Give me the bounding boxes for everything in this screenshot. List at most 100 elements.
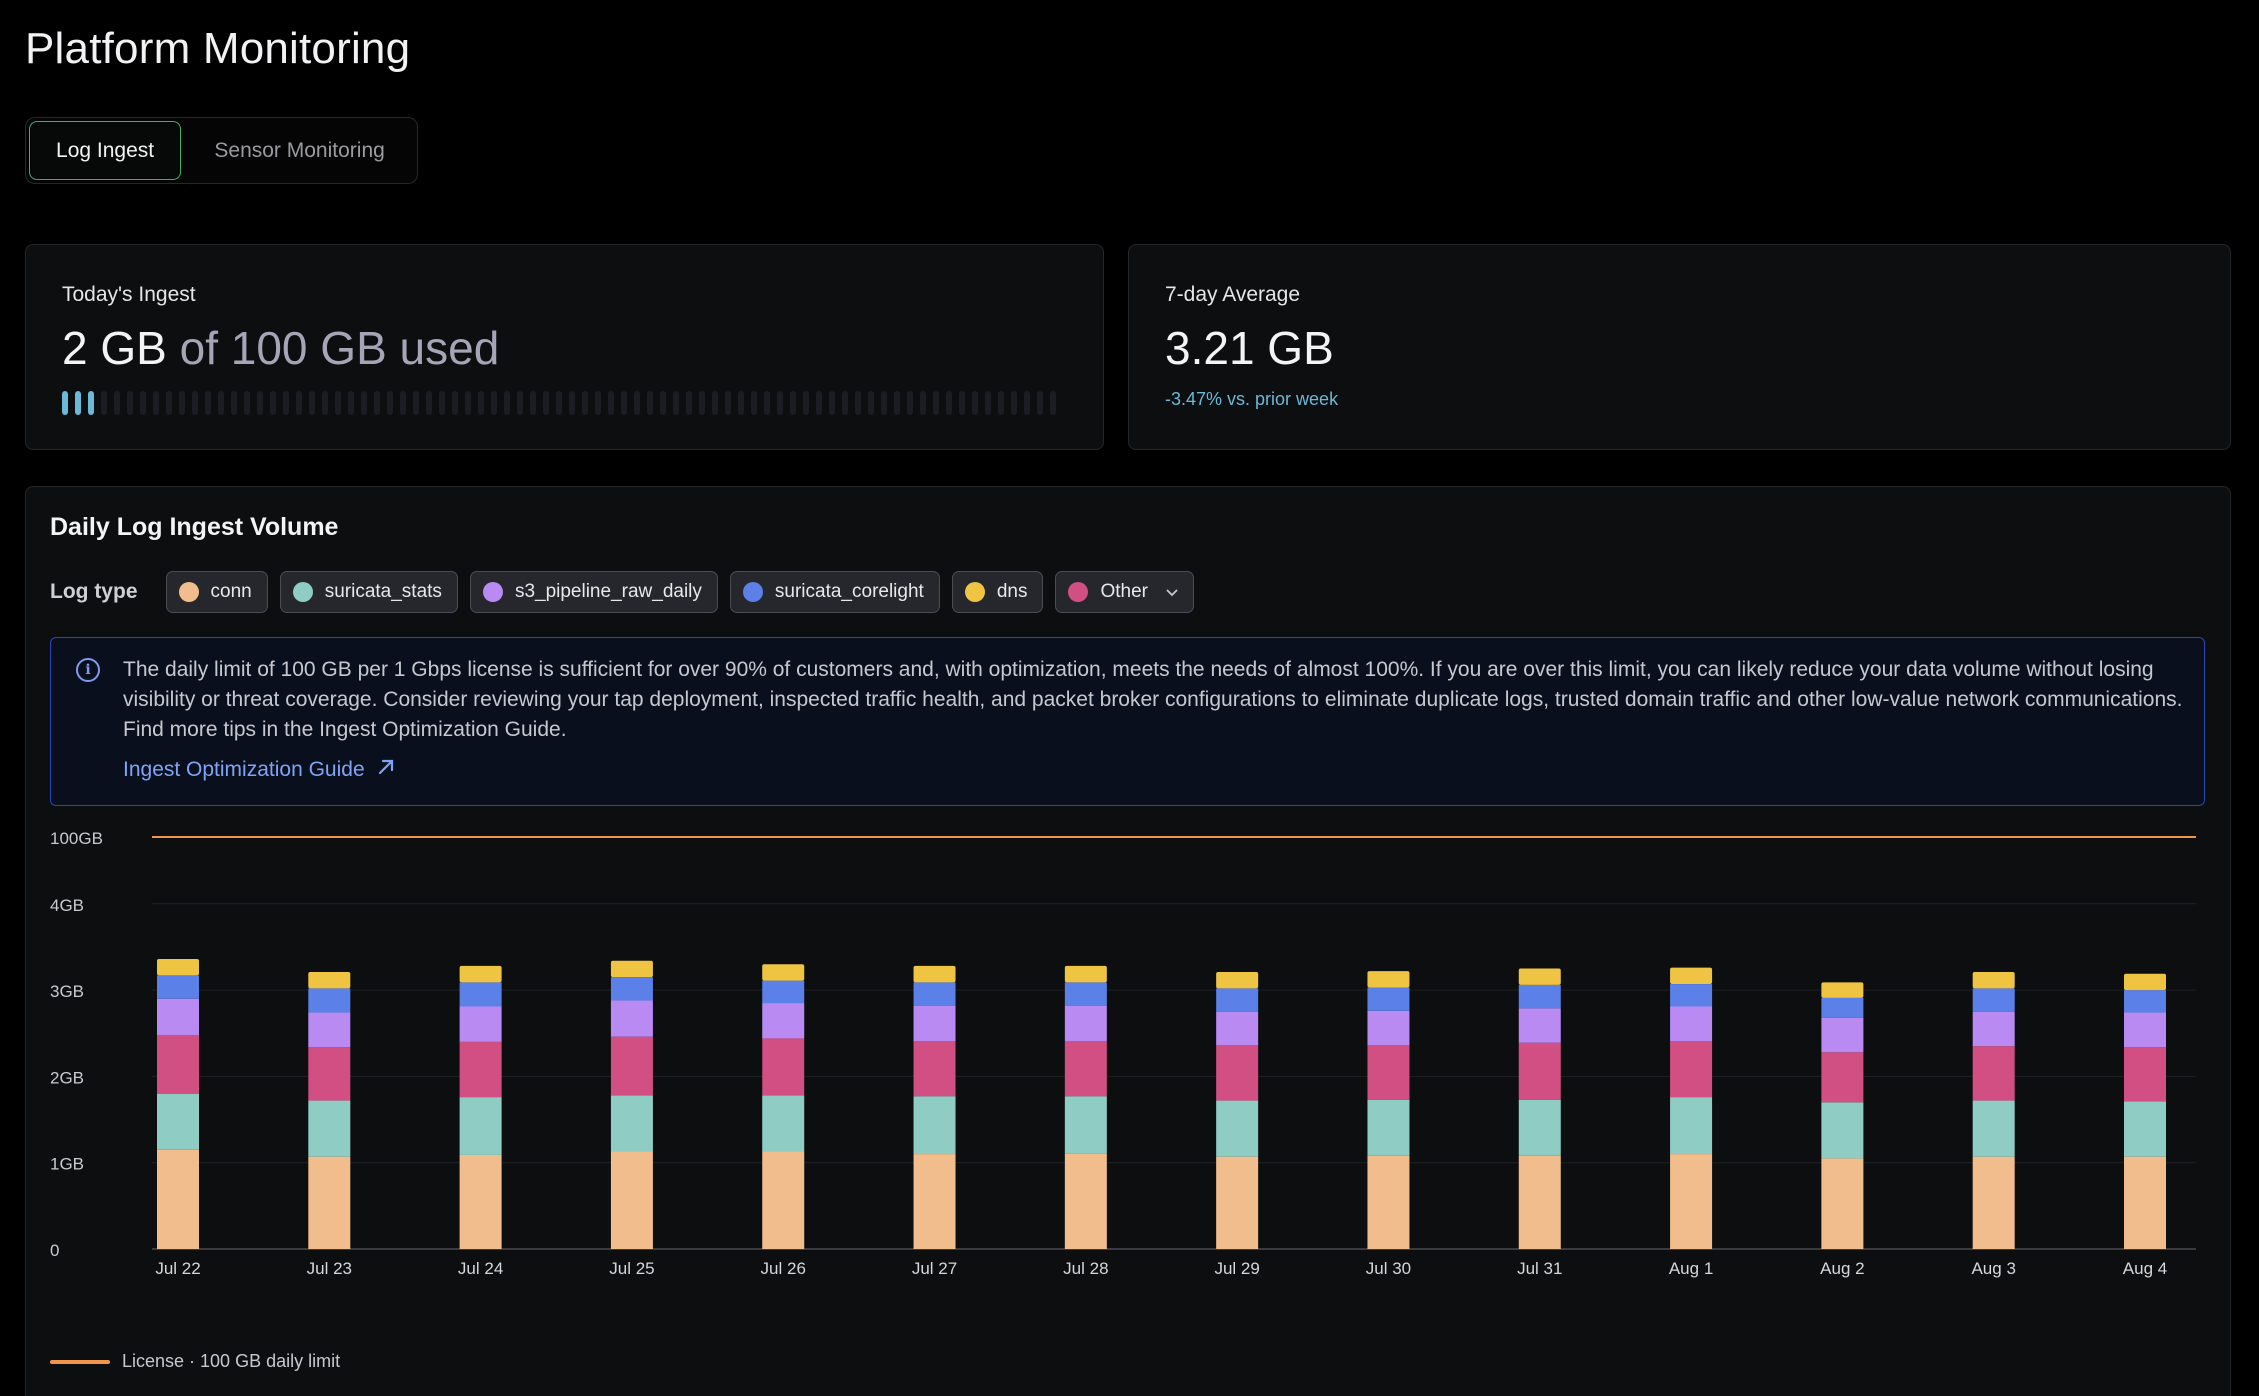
x-tick-label: Aug 2 (1820, 1259, 1864, 1278)
log-type-label: Log type (50, 580, 138, 603)
bar-segment-conn (2124, 1156, 2166, 1249)
tab-sensor-monitoring[interactable]: Sensor Monitoring (185, 121, 414, 180)
bar-segment-conn (610, 1151, 653, 1249)
todays-ingest-value: 2 GB of 100 GB used (62, 321, 499, 375)
bar-segment-conn (157, 1149, 199, 1249)
usage-segment (985, 391, 991, 415)
usage-segment (907, 391, 913, 415)
chip-suricata-stats[interactable]: suricata_stats (279, 571, 458, 613)
bar-segment-other (459, 965, 502, 983)
usage-segment (842, 391, 848, 415)
usage-segment (595, 391, 601, 415)
bar-segment-suricata-stats (913, 1096, 956, 1155)
chip-label: suricata_corelight (774, 581, 924, 602)
usage-segment (933, 391, 939, 415)
usage-segment (777, 391, 783, 415)
bar-segment-suricata-stats (459, 1097, 502, 1155)
bar-segment-suricata-stats (2124, 1101, 2166, 1157)
chip-other-dropdown[interactable]: Other (1055, 571, 1194, 613)
chip-label: conn (210, 581, 252, 602)
usage-segment (621, 391, 627, 415)
bar-segment-suricata-stats (1216, 1100, 1259, 1157)
x-tick-label: Aug 1 (1669, 1259, 1713, 1278)
chip-conn[interactable]: conn (165, 571, 268, 613)
bar-segment-other (1064, 965, 1107, 983)
bar-segment-other (610, 960, 653, 978)
usage-segment (244, 391, 250, 415)
license-info-callout: i The daily limit of 100 GB per 1 Gbps l… (50, 637, 2205, 806)
bar-segment-other (157, 959, 199, 976)
chip-label: dns (996, 581, 1028, 602)
bar-segment-s3-pipeline-raw-daily (1821, 1052, 1864, 1103)
seven-day-average-label: 7-day Average (1165, 283, 1301, 306)
bar-segment-conn (1670, 1154, 1713, 1249)
ingest-bar-chart: 0 1GB 2GB 3GB 4GB 100GB Jul 22 Jul 23 Jul 24 Jul … (50, 829, 2196, 1278)
color-dot-icon (964, 582, 985, 602)
todays-ingest-card: Today's Ingest 2 GB of 100 GB used (25, 244, 1104, 450)
usage-segment (478, 391, 484, 415)
bar-segment-conn (1216, 1156, 1259, 1249)
bar-segment-suricata-corelight (1518, 1008, 1561, 1043)
seven-day-change: -3.47% vs. prior week (1165, 389, 1339, 409)
bar-segment-suricata-stats (762, 1095, 805, 1152)
bar-segment-s3-pipeline-raw-daily (762, 1038, 805, 1096)
bar-segment-suricata-corelight (610, 1000, 653, 1037)
bar-segment-s3-pipeline-raw-daily (308, 1047, 351, 1101)
bar-segment-suricata-stats (1670, 1097, 1713, 1155)
chip-s3-pipeline-raw-daily[interactable]: s3_pipeline_raw_daily (469, 571, 718, 613)
bar-segment-dns (1064, 982, 1107, 1006)
bar-segment-other (1518, 968, 1561, 985)
usage-segment (400, 391, 406, 415)
usage-segment (881, 391, 887, 415)
page-title: Platform Monitoring (25, 24, 411, 73)
usage-segment (452, 391, 458, 415)
bar-segment-conn (459, 1154, 502, 1249)
x-tick-label: Jul 25 (609, 1259, 654, 1278)
y-tick-label: 1GB (50, 1155, 84, 1174)
usage-segment (348, 391, 354, 415)
usage-segment (751, 391, 757, 415)
chip-dns[interactable]: dns (951, 571, 1044, 613)
bar-segment-suricata-corelight (1670, 1006, 1713, 1042)
bar-segment-suricata-corelight (1064, 1005, 1107, 1042)
y-tick-label: 0 (50, 1241, 59, 1260)
bar-segment-other (308, 971, 351, 989)
legend-label: License · 100 GB daily limit (122, 1351, 341, 1371)
usage-segment (335, 391, 341, 415)
usage-segment (816, 391, 822, 415)
bar-segment-dns (762, 980, 805, 1004)
usage-segment (465, 391, 471, 415)
usage-segment (725, 391, 731, 415)
y-tick-label: 2GB (50, 1068, 84, 1087)
color-dot-icon (482, 582, 503, 602)
color-dot-icon (292, 582, 313, 602)
usage-segment (712, 391, 718, 415)
bar-segment-suricata-corelight (2124, 1012, 2166, 1048)
usage-segment (114, 391, 120, 415)
chip-suricata-corelight[interactable]: suricata_corelight (729, 571, 940, 613)
bar-segment-suricata-corelight (913, 1005, 956, 1042)
todays-ingest-amount: 2 GB (62, 322, 167, 374)
usage-segment (75, 391, 81, 415)
usage-segment (1050, 391, 1056, 415)
bar-segment-conn (1064, 1153, 1107, 1249)
usage-segment (803, 391, 809, 415)
todays-ingest-label: Today's Ingest (62, 283, 196, 306)
usage-segment (686, 391, 692, 415)
bar-segment-conn (308, 1156, 351, 1249)
bar-segment-s3-pipeline-raw-daily (610, 1036, 653, 1096)
usage-segment (920, 391, 926, 415)
usage-segment (322, 391, 328, 415)
ingest-optimization-guide-link[interactable]: Ingest Optimization Guide (123, 758, 395, 782)
usage-segment (270, 391, 276, 415)
usage-segment (556, 391, 562, 415)
usage-segment (296, 391, 302, 415)
bar-segment-other (913, 965, 956, 983)
bar-segment-conn (1821, 1158, 1864, 1249)
usage-segment (1011, 391, 1017, 415)
info-icon: i (76, 658, 100, 682)
usage-segment (387, 391, 393, 415)
tab-log-ingest[interactable]: Log Ingest (29, 121, 182, 180)
usage-segment (829, 391, 835, 415)
bar-segment-s3-pipeline-raw-daily (1972, 1046, 2015, 1101)
